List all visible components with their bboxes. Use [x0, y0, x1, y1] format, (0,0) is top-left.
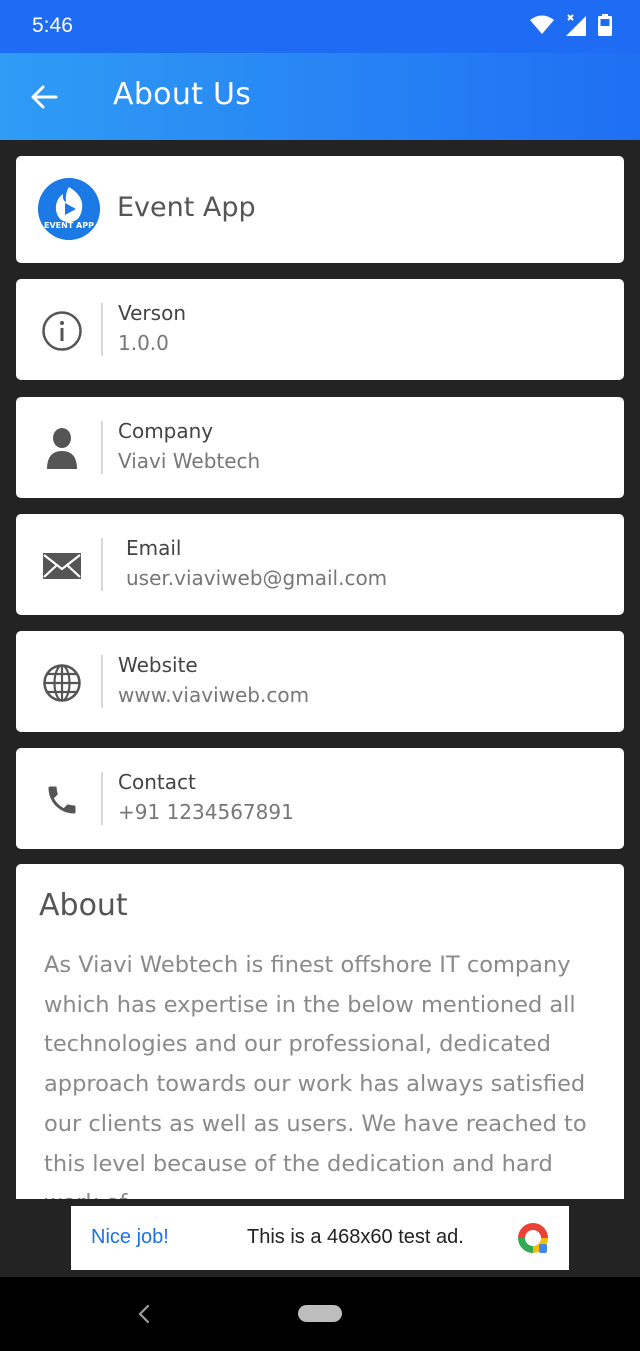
contact-label: Contact — [118, 770, 196, 794]
nav-back-button[interactable] — [134, 1303, 154, 1325]
chevron-left-icon — [138, 1304, 150, 1324]
ad-banner[interactable]: Nice job! This is a 468x60 test ad. — [71, 1206, 569, 1270]
app-logo: EVENT APP — [38, 178, 100, 240]
info-icon — [40, 309, 84, 353]
app-logo-text: EVENT APP — [44, 221, 94, 230]
info-card-email[interactable]: Email user.viaviweb@gmail.com — [16, 514, 624, 615]
version-value: 1.0.0 — [118, 331, 169, 355]
divider — [101, 421, 103, 474]
about-title: About — [39, 888, 128, 923]
mail-icon — [40, 544, 84, 588]
back-button[interactable] — [28, 81, 60, 113]
arrow-back-icon — [31, 85, 58, 109]
email-label: Email — [126, 536, 182, 560]
ad-logo-icon — [515, 1220, 551, 1256]
wifi-icon — [530, 15, 554, 39]
about-card[interactable]: About As Viavi Webtech is finest offshor… — [16, 864, 624, 1199]
divider — [101, 538, 103, 591]
ad-text: This is a 468x60 test ad. — [247, 1226, 464, 1248]
info-card-website[interactable]: Website www.viaviweb.com — [16, 631, 624, 732]
signal-icon — [564, 14, 588, 40]
company-value: Viavi Webtech — [118, 449, 261, 473]
status-icons — [530, 14, 612, 40]
phone-icon — [40, 778, 84, 822]
divider — [101, 655, 103, 708]
about-text: As Viavi Webtech is finest offshore IT c… — [44, 952, 587, 1199]
divider — [101, 303, 103, 356]
info-card-version: Verson 1.0.0 — [16, 279, 624, 380]
company-label: Company — [118, 419, 214, 443]
system-nav-bar — [0, 1277, 640, 1351]
email-value: user.viaviweb@gmail.com — [126, 566, 388, 590]
app-name: Event App — [117, 192, 256, 223]
status-bar: 5:46 — [0, 0, 640, 53]
battery-icon — [598, 14, 612, 40]
divider — [101, 772, 103, 825]
page-title: About Us — [113, 77, 252, 112]
info-card-company: Company Viavi Webtech — [16, 397, 624, 498]
info-card-contact[interactable]: Contact +91 1234567891 — [16, 748, 624, 849]
version-label: Verson — [118, 301, 186, 325]
ad-headline: Nice job! — [91, 1226, 169, 1248]
globe-icon — [40, 661, 84, 705]
app-bar: About Us — [0, 53, 640, 140]
nav-home-button[interactable] — [298, 1305, 342, 1322]
website-value: www.viaviweb.com — [118, 683, 310, 707]
status-time: 5:46 — [32, 14, 73, 37]
person-icon — [40, 427, 84, 471]
app-card: EVENT APP Event App — [16, 156, 624, 263]
contact-value: +91 1234567891 — [118, 800, 294, 824]
website-label: Website — [118, 653, 198, 677]
